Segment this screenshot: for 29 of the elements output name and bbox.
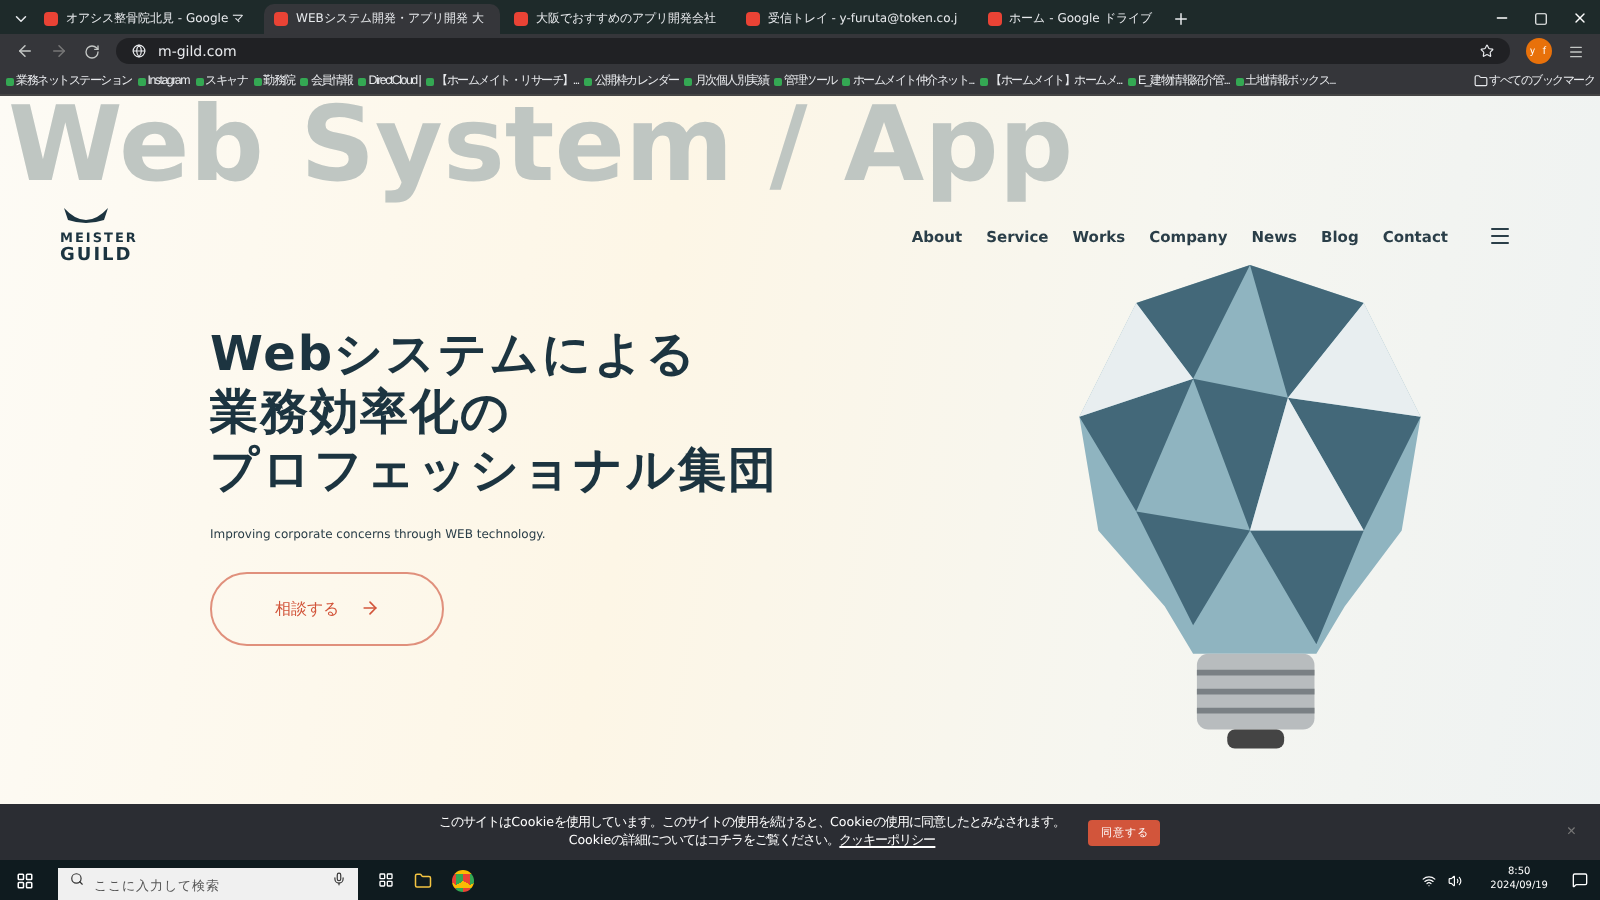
site-icon [513,12,528,26]
site-icon [745,12,760,26]
task-view-icon[interactable] [378,872,394,888]
reload-icon[interactable] [84,43,100,59]
volume-icon[interactable] [1448,873,1463,887]
file-explorer-icon[interactable] [414,871,432,889]
search-icon [70,872,84,886]
windows-start-icon[interactable] [16,871,34,889]
network-icon[interactable] [1422,873,1437,887]
close-icon[interactable] [1572,10,1588,26]
site-icon [44,12,58,26]
notification-icon[interactable] [1572,872,1588,888]
new-tab-icon[interactable] [1171,10,1190,28]
bookmark-star-icon[interactable] [1480,44,1494,58]
menu-icon[interactable] [1568,43,1584,59]
menu-icon[interactable] [1488,224,1512,249]
browser-app-icon[interactable] [452,869,474,891]
hero-heading: Webシステムによる 業務効率化の プロフェッショナル集団 [210,325,778,499]
site-icon [987,12,1002,26]
back-icon[interactable] [16,42,34,60]
tab-list-icon[interactable] [12,10,30,28]
forward-icon[interactable] [50,42,68,60]
consult-button[interactable]: 相談する [210,571,444,645]
maximize-icon[interactable] [1534,12,1548,26]
site-icon [274,12,289,26]
folder-icon [1473,74,1487,88]
arrow-right-icon [359,598,379,618]
microphone-icon[interactable] [332,872,346,886]
site-info-icon[interactable] [132,44,146,58]
